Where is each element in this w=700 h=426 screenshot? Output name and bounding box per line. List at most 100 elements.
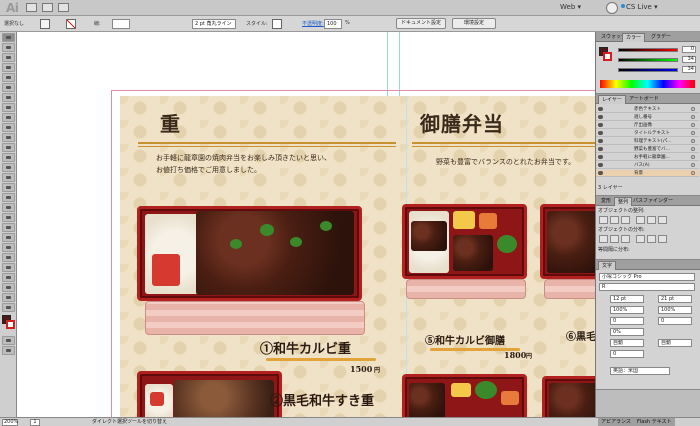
artboard-tool-icon[interactable] <box>2 273 15 282</box>
perspective-grid-tool-icon[interactable] <box>2 203 15 212</box>
stroke-swatch[interactable] <box>66 19 76 29</box>
eye-icon[interactable] <box>598 131 603 135</box>
target-icon[interactable] <box>691 163 695 167</box>
distribute-bottom-icon[interactable] <box>621 235 630 243</box>
distribute-left-icon[interactable] <box>636 235 645 243</box>
target-icon[interactable] <box>691 107 695 111</box>
font-size-input[interactable]: 12 pt <box>610 295 644 303</box>
layer-row[interactable]: バス(A) <box>596 162 699 169</box>
red-slider[interactable] <box>618 48 678 52</box>
tab-appearance[interactable]: アピアランス <box>598 418 634 426</box>
horizontal-scale-input[interactable]: 100% <box>658 306 692 314</box>
fill-swatch[interactable] <box>40 19 50 29</box>
baseline-shift-input[interactable]: 0 <box>610 350 644 358</box>
drawing-mode-icon[interactable] <box>2 336 15 345</box>
gradient-tool-icon[interactable] <box>2 223 15 232</box>
red-value[interactable]: 0 <box>682 46 696 53</box>
opacity-link[interactable]: 不透明度: <box>302 20 324 27</box>
pen-tool-icon[interactable] <box>2 73 15 82</box>
align-center-icon[interactable] <box>610 216 619 224</box>
align-top-icon[interactable] <box>636 216 645 224</box>
kerning-input[interactable]: 0 <box>610 317 644 325</box>
tracking-input[interactable]: 0 <box>658 317 692 325</box>
selection-tool-icon[interactable] <box>2 33 15 42</box>
document-setup-button[interactable]: ドキュメント設定 <box>396 18 446 29</box>
green-slider[interactable] <box>618 58 678 62</box>
scale-tool-icon[interactable] <box>2 163 15 172</box>
layer-row[interactable]: タイトルテキスト <box>596 130 699 137</box>
eye-icon[interactable] <box>598 155 603 159</box>
eyedropper-tool-icon[interactable] <box>2 233 15 242</box>
rotate-tool-icon[interactable] <box>2 153 15 162</box>
preferences-button[interactable]: 環境設定 <box>452 18 496 29</box>
aki-right-input[interactable]: 自動 <box>658 339 692 347</box>
bridge-icon[interactable] <box>26 3 37 12</box>
magic-wand-tool-icon[interactable] <box>2 53 15 62</box>
zoom-tool-icon[interactable] <box>2 303 15 312</box>
align-left-icon[interactable] <box>599 216 608 224</box>
layer-row[interactable]: 料理テキスト(パ... <box>596 138 699 145</box>
target-icon[interactable] <box>691 131 695 135</box>
distribute-center-icon[interactable] <box>610 235 619 243</box>
aki-left-input[interactable]: 自動 <box>610 339 644 347</box>
cs-live-menu[interactable]: CS Live ▾ <box>626 3 658 11</box>
layer-row[interactable]: 赤色テキスト <box>596 106 699 113</box>
type-tool-icon[interactable] <box>2 83 15 92</box>
stroke-weight-input[interactable] <box>112 19 130 29</box>
stroke-color-icon[interactable] <box>603 52 612 61</box>
zoom-level[interactable]: 200% <box>2 419 18 426</box>
eye-icon[interactable] <box>598 107 603 111</box>
align-middle-icon[interactable] <box>647 216 656 224</box>
layer-row-selected[interactable]: 背景 <box>596 170 699 177</box>
tsume-input[interactable]: 0% <box>610 328 644 336</box>
eye-icon[interactable] <box>598 115 603 119</box>
symbol-sprayer-tool-icon[interactable] <box>2 253 15 262</box>
mesh-tool-icon[interactable] <box>2 213 15 222</box>
blob-brush-tool-icon[interactable] <box>2 133 15 142</box>
align-right-icon[interactable] <box>621 216 630 224</box>
direct-selection-tool-icon[interactable] <box>2 43 15 52</box>
eye-icon[interactable] <box>598 147 603 151</box>
workspace-switcher[interactable]: Web ▾ <box>560 3 581 11</box>
blend-tool-icon[interactable] <box>2 243 15 252</box>
blue-slider[interactable] <box>618 68 678 72</box>
artboard-canvas[interactable]: 重 お手軽に龍章園の焼肉弁当をお楽しみ頂きたいと思い、 お値打ち価格でご用意しま… <box>17 32 595 417</box>
target-icon[interactable] <box>691 123 695 127</box>
distribute-hcenter-icon[interactable] <box>647 235 656 243</box>
blue-value[interactable]: 34 <box>682 66 696 73</box>
arrange-documents-icon[interactable] <box>42 3 53 12</box>
menu-artwork[interactable]: 重 お手軽に龍章園の焼肉弁当をお楽しみ頂きたいと思い、 お値打ち価格でご用意しま… <box>120 96 595 417</box>
layer-row[interactable]: 野菜も豊富でバ... <box>596 146 699 153</box>
tab-pathfinder[interactable]: パスファインダー <box>630 197 676 206</box>
paintbrush-tool-icon[interactable] <box>2 113 15 122</box>
hand-tool-icon[interactable] <box>2 293 15 302</box>
brush-definition-select[interactable]: 2 pt 角丸ライン <box>192 19 236 29</box>
font-style-select[interactable]: R <box>599 283 695 291</box>
pencil-tool-icon[interactable] <box>2 123 15 132</box>
eye-icon[interactable] <box>598 139 603 143</box>
slice-tool-icon[interactable] <box>2 283 15 292</box>
green-value[interactable]: 34 <box>682 56 696 63</box>
align-bottom-icon[interactable] <box>658 216 667 224</box>
tab-color[interactable]: カラー <box>622 33 646 42</box>
column-graph-tool-icon[interactable] <box>2 263 15 272</box>
layer-row[interactable]: 斤出画像 <box>596 122 699 129</box>
graphic-style-swatch[interactable] <box>272 19 282 29</box>
status-message[interactable]: ダイレクト選択ツールを切り替え <box>92 419 167 426</box>
lasso-tool-icon[interactable] <box>2 63 15 72</box>
tab-artboards[interactable]: アートボード <box>626 95 662 104</box>
layer-row[interactable]: 週し番号 <box>596 114 699 121</box>
search-icon[interactable] <box>606 2 618 14</box>
target-icon[interactable] <box>691 147 695 151</box>
fill-stroke-widget[interactable] <box>0 315 16 335</box>
opacity-input[interactable]: 100 <box>324 19 342 29</box>
tab-flash-text[interactable]: Flash テキスト <box>634 418 675 426</box>
change-screen-mode-icon[interactable] <box>2 346 15 355</box>
vertical-scale-input[interactable]: 100% <box>610 306 644 314</box>
tab-gradient[interactable]: グラデー <box>648 33 674 42</box>
eye-icon[interactable] <box>598 163 603 167</box>
target-icon[interactable] <box>691 155 695 159</box>
screen-mode-icon[interactable] <box>58 3 69 12</box>
language-select[interactable]: 英語：米国 <box>610 367 670 375</box>
artboard-number[interactable]: 1 <box>30 419 40 426</box>
